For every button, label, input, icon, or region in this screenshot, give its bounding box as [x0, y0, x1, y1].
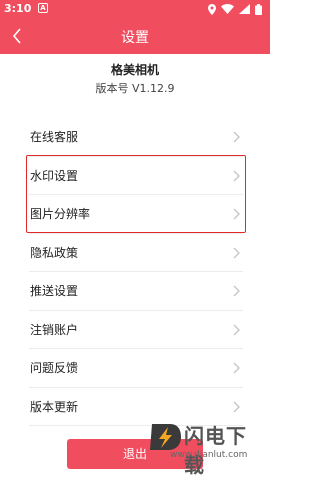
menu-item-image-resolution[interactable]: 图片分辨率 — [29, 195, 243, 234]
menu-item-watermark-settings[interactable]: 水印设置 — [29, 157, 243, 195]
app-name: 格美相机 — [110, 63, 159, 77]
chevron-right-icon — [233, 324, 240, 335]
menu-item-label: 水印设置 — [30, 168, 79, 183]
chevron-right-icon — [233, 131, 240, 143]
location-icon — [208, 3, 216, 15]
menu-item-label: 隐私政策 — [30, 245, 79, 260]
chevron-right-icon — [233, 170, 240, 181]
wifi-icon — [221, 4, 234, 14]
menu-item-feedback[interactable]: 问题反馈 — [29, 349, 243, 388]
menu-item-label: 问题反馈 — [30, 361, 79, 376]
menu-item-online-service[interactable]: 在线客服 — [29, 118, 243, 157]
menu-item-push-settings[interactable]: 推送设置 — [29, 272, 243, 311]
app-bar: 设置 — [0, 18, 270, 54]
menu-item-label: 图片分辨率 — [30, 207, 91, 222]
page-title: 设置 — [121, 30, 149, 46]
notification-icon: A — [38, 3, 48, 13]
status-bar: 3:10 A — [0, 0, 270, 18]
battery-icon — [255, 3, 262, 15]
menu-item-label: 版本更新 — [30, 399, 79, 414]
menu-item-delete-account[interactable]: 注销账户 — [29, 311, 243, 349]
status-time: 3:10 — [4, 2, 32, 15]
menu-item-label: 注销账户 — [30, 322, 79, 337]
chevron-right-icon — [233, 362, 240, 374]
chevron-right-icon — [233, 401, 240, 412]
status-icons — [208, 3, 262, 15]
menu-item-label: 在线客服 — [30, 130, 79, 145]
settings-menu: 在线客服 水印设置 图片分辨率 隐私政策 推送设置 注销账户 问题反馈 版本更新 — [29, 118, 243, 426]
app-version: 版本号 V1.12.9 — [95, 82, 175, 95]
signal-icon — [239, 4, 250, 14]
menu-item-privacy-policy[interactable]: 隐私政策 — [29, 234, 243, 272]
chevron-right-icon — [233, 285, 240, 297]
menu-item-version-update[interactable]: 版本更新 — [29, 388, 243, 426]
chevron-right-icon — [233, 247, 240, 258]
chevron-right-icon — [233, 208, 240, 220]
menu-item-label: 推送设置 — [30, 284, 79, 299]
logout-button[interactable]: 退出 — [67, 439, 203, 469]
